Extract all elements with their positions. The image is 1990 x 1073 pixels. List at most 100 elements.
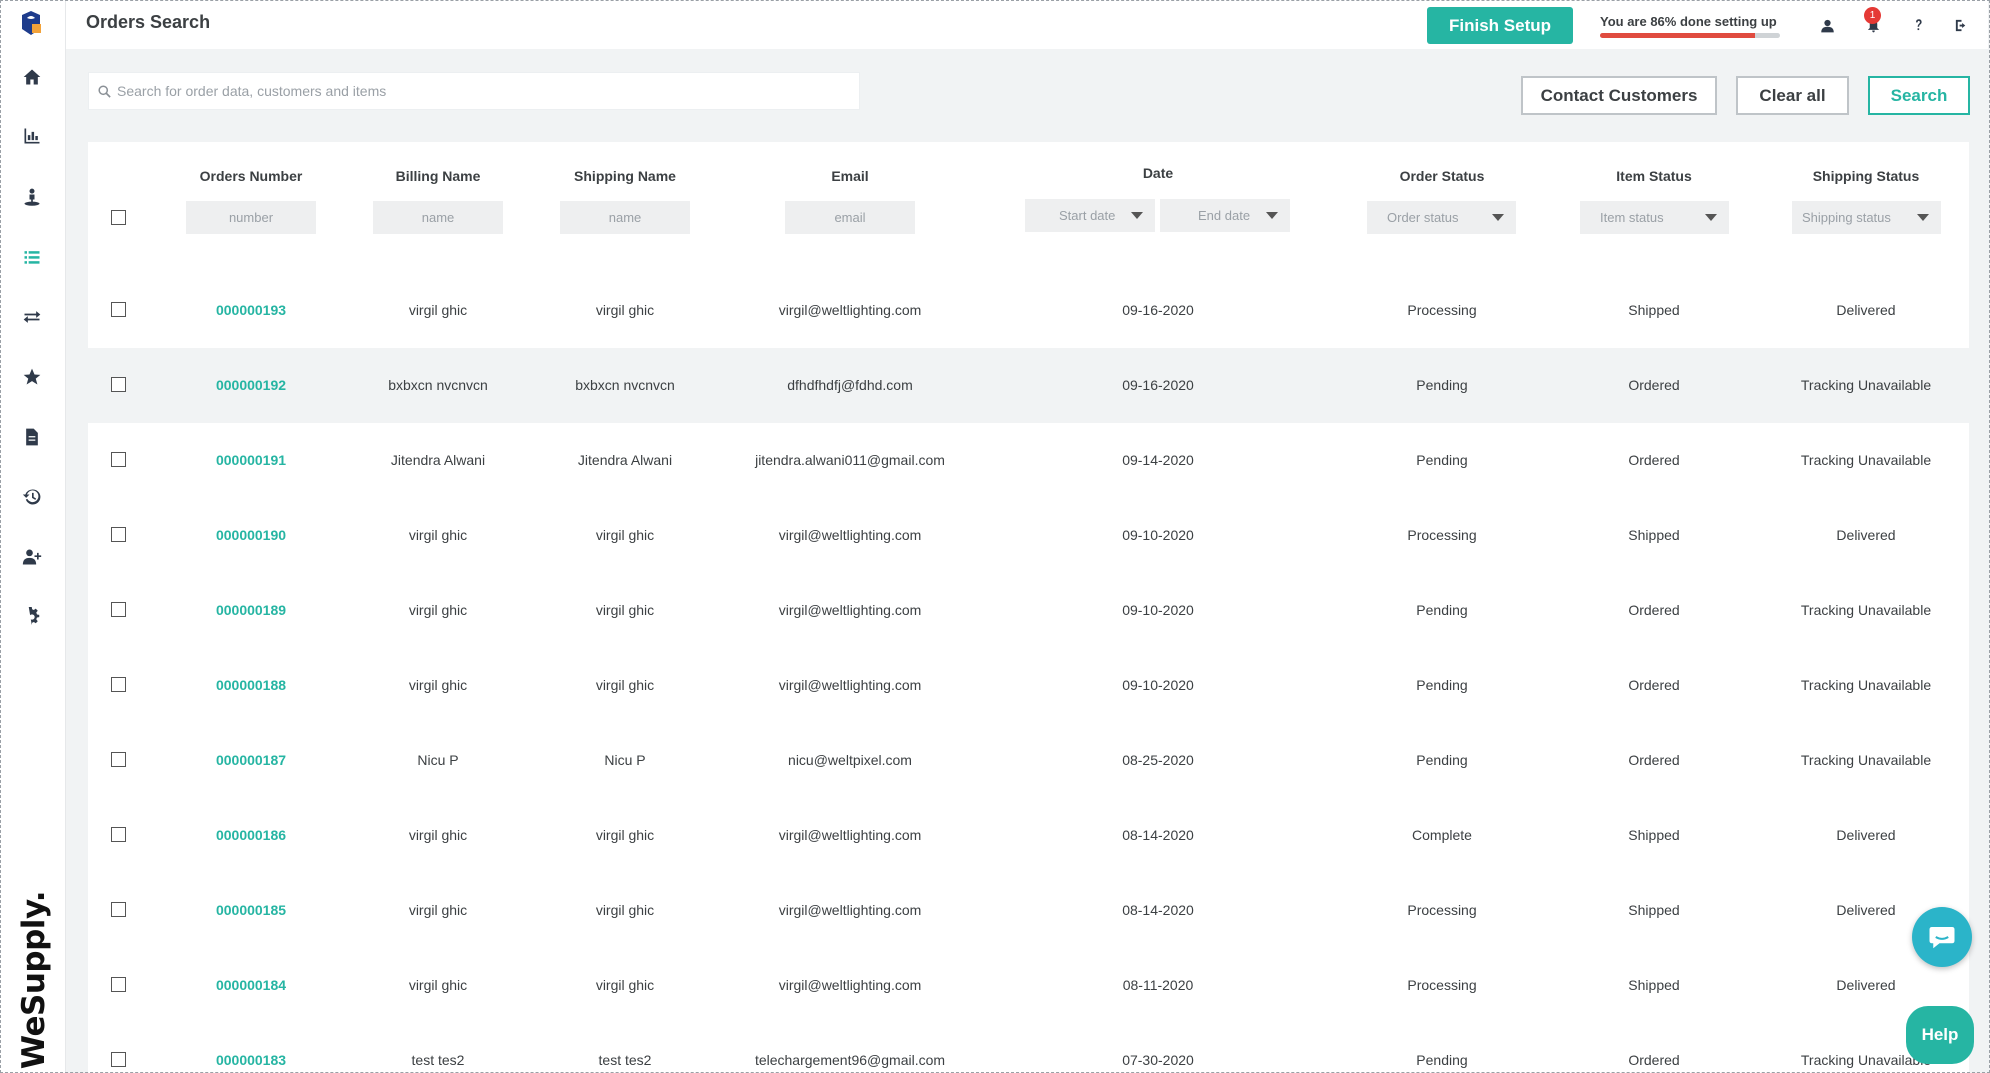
header-order-status: Order Status <box>1399 168 1485 184</box>
order-number-link[interactable]: 000000192 <box>216 377 286 393</box>
table-row[interactable] <box>88 273 1969 348</box>
row-checkbox[interactable] <box>111 377 126 392</box>
row-checkbox[interactable] <box>111 752 126 767</box>
table-row[interactable] <box>88 498 1969 573</box>
row-checkbox[interactable] <box>111 677 126 692</box>
email-filter <box>785 201 915 234</box>
row-checkbox[interactable] <box>111 902 126 917</box>
chat-button[interactable] <box>1912 907 1972 967</box>
help-icon[interactable] <box>1907 14 1929 36</box>
date-cell: 09-10-2020 <box>1122 527 1194 543</box>
header-item-status: Item Status <box>1616 168 1692 184</box>
item-status-filter[interactable]: Item status <box>1580 201 1729 234</box>
table-row[interactable] <box>88 423 1969 498</box>
bar-chart-icon[interactable] <box>17 121 47 151</box>
shipping-name-cell: virgil ghic <box>595 977 655 993</box>
table-row[interactable] <box>88 573 1969 648</box>
email-cell: virgil@weltlighting.com <box>778 677 922 693</box>
logout-icon[interactable] <box>1950 14 1972 36</box>
table-row[interactable] <box>88 798 1969 873</box>
search-input[interactable] <box>117 83 859 99</box>
order-number-link[interactable]: 000000185 <box>216 902 286 918</box>
billing-name-cell: virgil ghic <box>408 602 468 618</box>
billing-name-filter <box>373 201 503 234</box>
row-checkbox[interactable] <box>111 1052 126 1067</box>
item-status-cell: Ordered <box>1628 677 1680 693</box>
gear-icon[interactable] <box>17 602 47 632</box>
order-status-cell: Processing <box>1407 302 1477 318</box>
table-row[interactable] <box>88 723 1969 798</box>
shipping-name-cell: virgil ghic <box>595 527 655 543</box>
chevron-down-icon <box>1492 214 1504 221</box>
row-checkbox[interactable] <box>111 302 126 317</box>
order-number-filter-input[interactable] <box>186 201 316 234</box>
table-row[interactable] <box>88 648 1969 723</box>
item-status-cell: Ordered <box>1628 752 1680 768</box>
add-user-icon[interactable] <box>17 542 47 572</box>
email-cell: telechargement96@gmail.com <box>754 1052 946 1068</box>
finish-setup-button[interactable]: Finish Setup <box>1427 7 1573 44</box>
header-order-number: Orders Number <box>199 168 303 184</box>
star-icon[interactable] <box>17 362 47 392</box>
search-button[interactable]: Search <box>1868 76 1970 115</box>
email-filter-input[interactable] <box>785 201 915 234</box>
item-status-cell: Shipped <box>1628 527 1680 543</box>
order-number-link[interactable]: 000000186 <box>216 827 286 843</box>
billing-name-cell: virgil ghic <box>408 902 468 918</box>
order-number-link[interactable]: 000000191 <box>216 452 286 468</box>
row-checkbox[interactable] <box>111 977 126 992</box>
shipping-name-cell: virgil ghic <box>595 602 655 618</box>
order-number-link[interactable]: 000000187 <box>216 752 286 768</box>
table-row[interactable] <box>88 948 1969 1023</box>
email-cell: virgil@weltlighting.com <box>778 902 922 918</box>
app-logo[interactable] <box>19 9 43 37</box>
item-status-cell: Ordered <box>1628 1052 1680 1068</box>
order-number-link[interactable]: 000000183 <box>216 1052 286 1068</box>
header-shipping-name: Shipping Name <box>574 168 676 184</box>
row-checkbox[interactable] <box>111 827 126 842</box>
end-date-filter[interactable]: End date <box>1160 199 1290 232</box>
header-email: Email <box>831 168 869 184</box>
order-number-link[interactable]: 000000188 <box>216 677 286 693</box>
list-icon[interactable] <box>17 242 47 272</box>
order-status-filter[interactable]: Order status <box>1367 201 1516 234</box>
order-number-link[interactable]: 000000189 <box>216 602 286 618</box>
shipping-name-cell: virgil ghic <box>595 902 655 918</box>
clear-all-button[interactable]: Clear all <box>1736 76 1849 115</box>
email-cell: virgil@weltlighting.com <box>778 977 922 993</box>
table-row[interactable] <box>88 1023 1969 1073</box>
exchange-icon[interactable] <box>17 302 47 332</box>
row-checkbox[interactable] <box>111 602 126 617</box>
shipping-name-filter <box>560 201 690 234</box>
order-status-cell: Pending <box>1416 1052 1468 1068</box>
help-button[interactable]: Help <box>1906 1006 1974 1064</box>
table-row[interactable] <box>88 348 1969 423</box>
person-pin-icon[interactable] <box>17 182 47 212</box>
home-icon[interactable] <box>17 62 47 92</box>
item-status-cell: Ordered <box>1628 452 1680 468</box>
order-number-link[interactable]: 000000184 <box>216 977 286 993</box>
shipping-status-cell: Delivered <box>1836 977 1896 993</box>
date-cell: 07-30-2020 <box>1122 1052 1194 1068</box>
select-all-checkbox[interactable] <box>111 210 126 225</box>
table-row[interactable] <box>88 873 1969 948</box>
row-checkbox[interactable] <box>111 527 126 542</box>
brand-wordmark: WeSupply. <box>16 890 52 1070</box>
shipping-status-filter[interactable]: Shipping status <box>1792 201 1941 234</box>
billing-name-cell: Jitendra Alwani <box>390 452 486 468</box>
user-icon[interactable] <box>1816 14 1838 36</box>
shipping-name-filter-input[interactable] <box>560 201 690 234</box>
date-cell: 08-25-2020 <box>1122 752 1194 768</box>
history-icon[interactable] <box>17 482 47 512</box>
row-checkbox[interactable] <box>111 452 126 467</box>
item-status-cell: Ordered <box>1628 377 1680 393</box>
order-status-cell: Pending <box>1416 377 1468 393</box>
contact-customers-button[interactable]: Contact Customers <box>1521 76 1717 115</box>
order-number-link[interactable]: 000000193 <box>216 302 286 318</box>
document-icon[interactable] <box>17 422 47 452</box>
billing-name-cell: test tes2 <box>411 1052 465 1068</box>
order-number-link[interactable]: 000000190 <box>216 527 286 543</box>
billing-name-cell: virgil ghic <box>408 527 468 543</box>
start-date-filter[interactable]: Start date <box>1025 199 1155 232</box>
billing-name-filter-input[interactable] <box>373 201 503 234</box>
